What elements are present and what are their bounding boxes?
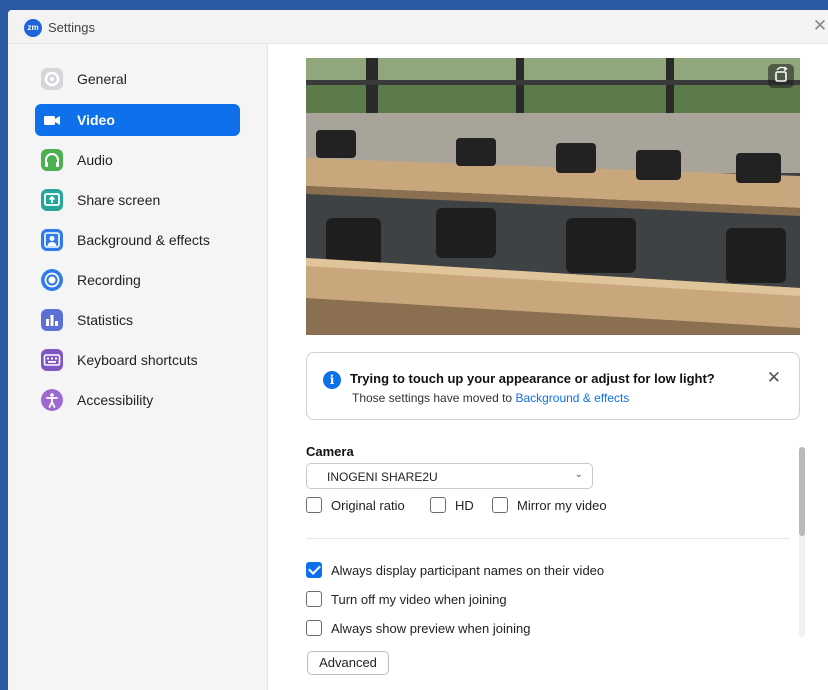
original-ratio-checkbox[interactable] [306,497,322,513]
person-background-icon [41,229,63,251]
sidebar-item-statistics[interactable]: Statistics [35,304,240,336]
show-preview-checkbox[interactable] [306,620,322,636]
settings-sidebar: General Video Audio Share screen Backgro… [8,44,268,690]
video-settings-panel: i Trying to touch up your appearance or … [268,44,828,690]
close-notice-button[interactable]: ✕ [767,368,781,388]
info-icon: i [323,371,341,389]
camera-label: Camera [306,444,354,459]
chevron-down-icon: ⌄ [574,469,583,480]
settings-window: zm Settings ✕ General Video Audio Share … [8,10,828,690]
headphones-icon [41,149,63,171]
sidebar-item-label: Audio [77,152,113,168]
rotate-camera-button[interactable] [768,64,794,88]
sidebar-item-label: Video [77,112,115,128]
sidebar-item-video[interactable]: Video [35,104,240,136]
original-ratio-label: Original ratio [331,498,405,513]
sidebar-item-label: Keyboard shortcuts [77,352,198,368]
sidebar-item-audio[interactable]: Audio [35,144,240,176]
advanced-button[interactable]: Advanced [307,651,389,675]
mirror-video-label: Mirror my video [517,498,607,513]
record-icon [41,269,63,291]
hd-checkbox[interactable] [430,497,446,513]
sidebar-item-label: General [77,71,127,87]
video-camera-icon [41,109,63,131]
camera-select[interactable]: INOGENI SHARE2U ⌄ [306,463,593,489]
sidebar-item-keyboard-shortcuts[interactable]: Keyboard shortcuts [35,344,240,376]
turn-off-video-checkbox[interactable] [306,591,322,607]
mirror-video-checkbox[interactable] [492,497,508,513]
sidebar-item-label: Accessibility [77,392,154,408]
close-window-button[interactable]: ✕ [812,16,828,36]
notice-message: Those settings have moved to [352,391,513,405]
window-title: Settings [48,20,95,35]
keyboard-icon [41,349,63,371]
hd-label: HD [455,498,474,513]
camera-selected-value: INOGENI SHARE2U [327,470,438,484]
appearance-notice: i Trying to touch up your appearance or … [306,352,800,420]
turn-off-video-label: Turn off my video when joining [331,592,507,607]
show-preview-label: Always show preview when joining [331,621,531,636]
accessibility-icon [41,389,63,411]
zoom-logo-icon: zm [24,19,42,37]
sidebar-item-label: Share screen [77,192,161,208]
notice-title: Trying to touch up your appearance or ad… [350,371,715,386]
sidebar-item-accessibility[interactable]: Accessibility [35,384,240,416]
sidebar-item-general[interactable]: General [35,63,240,95]
display-names-label: Always display participant names on thei… [331,563,605,578]
video-settings-list: Camera INOGENI SHARE2U ⌄ Original ratio … [306,436,806,638]
camera-preview [306,58,800,335]
bar-chart-icon [41,309,63,331]
scrollbar-thumb[interactable] [799,447,805,536]
gear-icon [41,68,63,90]
sidebar-item-recording[interactable]: Recording [35,264,240,296]
sidebar-item-label: Background & effects [77,232,210,248]
section-divider [306,538,790,539]
sidebar-item-share-screen[interactable]: Share screen [35,184,240,216]
title-bar: zm Settings ✕ [8,10,828,44]
sidebar-item-label: Statistics [77,312,134,328]
camera-preview-image [306,58,800,335]
background-effects-link[interactable]: Background & effects [515,391,629,405]
sidebar-item-background-effects[interactable]: Background & effects [35,224,240,256]
share-screen-icon [41,189,63,211]
display-names-checkbox[interactable] [306,562,322,578]
notice-text: Those settings have moved to Background … [352,391,629,405]
sidebar-item-label: Recording [77,272,141,288]
